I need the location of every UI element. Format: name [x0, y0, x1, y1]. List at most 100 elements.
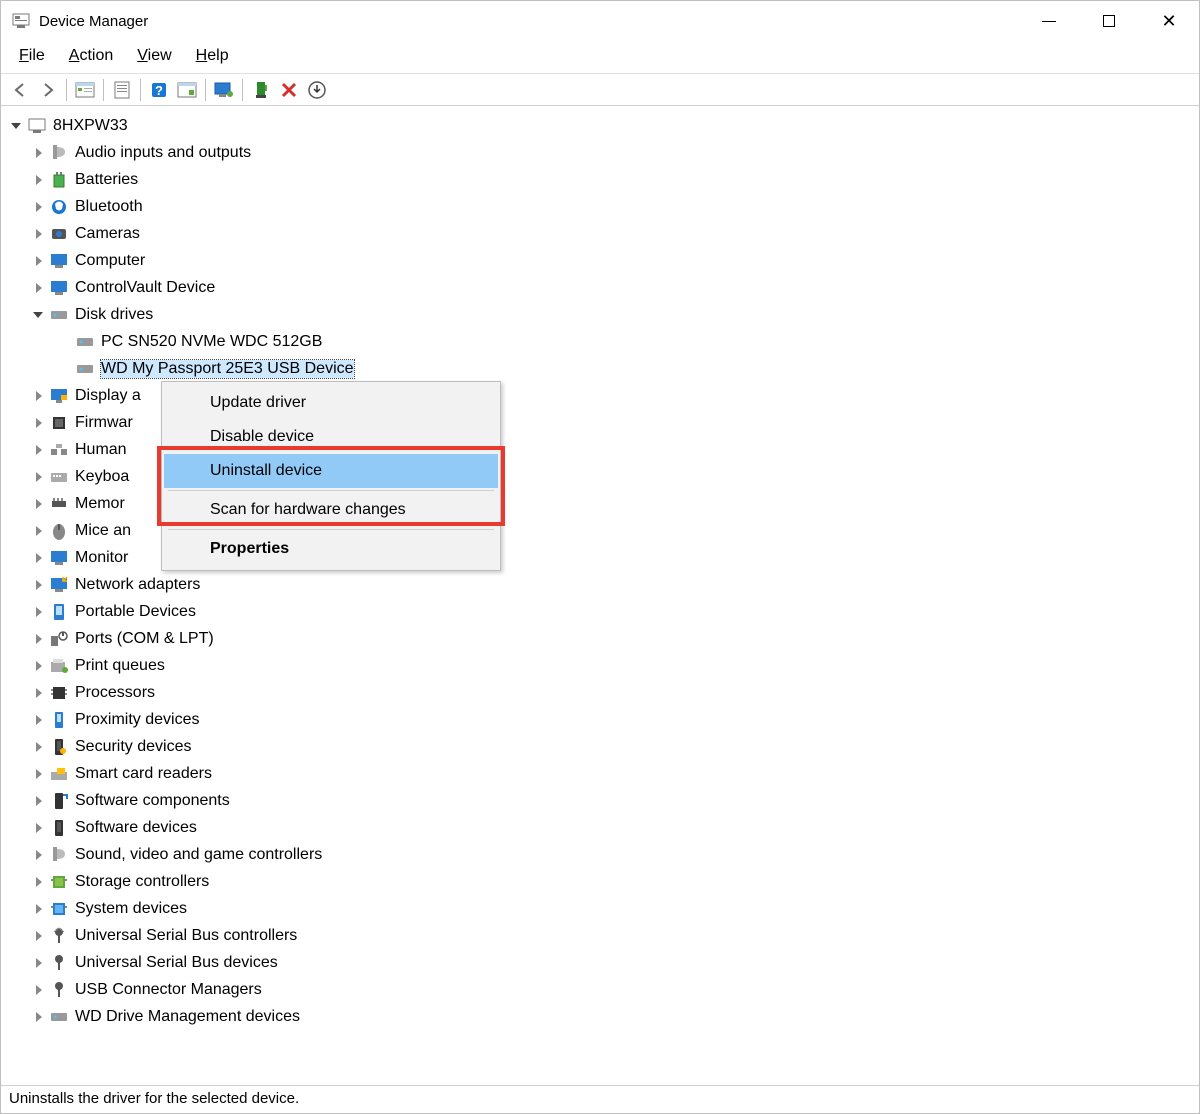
- ctx-scan-hardware[interactable]: Scan for hardware changes: [164, 493, 498, 527]
- tree-category[interactable]: Network adapters: [1, 571, 1199, 598]
- chevron-right-icon[interactable]: [31, 442, 47, 458]
- tree-category[interactable]: Ports (COM & LPT): [1, 625, 1199, 652]
- ctx-properties[interactable]: Properties: [164, 532, 498, 566]
- category-icon: [49, 521, 69, 541]
- chevron-right-icon[interactable]: [31, 766, 47, 782]
- menu-file[interactable]: File: [11, 45, 53, 67]
- chevron-right-icon[interactable]: [31, 955, 47, 971]
- category-icon: [49, 386, 69, 406]
- chevron-right-icon[interactable]: [31, 658, 47, 674]
- tree-category[interactable]: Proximity devices: [1, 706, 1199, 733]
- tree-category[interactable]: Sound, video and game controllers: [1, 841, 1199, 868]
- chevron-right-icon[interactable]: [31, 199, 47, 215]
- toolbar-separator: [140, 79, 141, 101]
- tree-category[interactable]: Portable Devices: [1, 598, 1199, 625]
- menu-view[interactable]: View: [129, 45, 179, 67]
- chevron-right-icon[interactable]: [31, 631, 47, 647]
- tree-category[interactable]: Audio inputs and outputs: [1, 139, 1199, 166]
- tree-category[interactable]: Security devices: [1, 733, 1199, 760]
- chevron-right-icon[interactable]: [31, 496, 47, 512]
- show-tree-button[interactable]: [72, 77, 98, 103]
- category-icon: [49, 656, 69, 676]
- tree-category[interactable]: USB Connector Managers: [1, 976, 1199, 1003]
- update-driver-button[interactable]: [211, 77, 237, 103]
- tree-category[interactable]: Bluetooth: [1, 193, 1199, 220]
- category-icon: [49, 926, 69, 946]
- tree-category[interactable]: Smart card readers: [1, 760, 1199, 787]
- chevron-right-icon[interactable]: [31, 793, 47, 809]
- tree-category[interactable]: ControlVault Device: [1, 274, 1199, 301]
- forward-button[interactable]: [35, 77, 61, 103]
- chevron-right-icon[interactable]: [31, 388, 47, 404]
- ctx-update-driver[interactable]: Update driver: [164, 386, 498, 420]
- chevron-right-icon[interactable]: [31, 874, 47, 890]
- chevron-right-icon[interactable]: [31, 685, 47, 701]
- ctx-uninstall-device[interactable]: Uninstall device: [164, 454, 498, 488]
- category-label: Security devices: [75, 738, 192, 756]
- tree-category[interactable]: Batteries: [1, 166, 1199, 193]
- chevron-right-icon[interactable]: [31, 577, 47, 593]
- chevron-right-icon[interactable]: [31, 523, 47, 539]
- chevron-right-icon[interactable]: [31, 901, 47, 917]
- tree-category[interactable]: Universal Serial Bus controllers: [1, 922, 1199, 949]
- menu-action[interactable]: Action: [61, 45, 121, 67]
- tree-category[interactable]: Universal Serial Bus devices: [1, 949, 1199, 976]
- uninstall-button[interactable]: [276, 77, 302, 103]
- chevron-right-icon[interactable]: [31, 847, 47, 863]
- category-icon: [49, 602, 69, 622]
- title-bar: Device Manager ✕: [1, 1, 1199, 41]
- tree-category[interactable]: Storage controllers: [1, 868, 1199, 895]
- chevron-right-icon[interactable]: [31, 604, 47, 620]
- category-icon: [49, 494, 69, 514]
- chevron-down-icon[interactable]: [31, 307, 47, 323]
- category-icon: [49, 845, 69, 865]
- chevron-right-icon[interactable]: [31, 415, 47, 431]
- tree-category[interactable]: Software components: [1, 787, 1199, 814]
- ctx-disable-device[interactable]: Disable device: [164, 420, 498, 454]
- chevron-right-icon[interactable]: [31, 712, 47, 728]
- close-button[interactable]: ✕: [1139, 1, 1199, 41]
- chevron-right-icon[interactable]: [31, 253, 47, 269]
- chevron-right-icon[interactable]: [31, 226, 47, 242]
- maximize-button[interactable]: [1079, 1, 1139, 41]
- toolbar-separator: [242, 79, 243, 101]
- tree-root[interactable]: 8HXPW33: [1, 112, 1199, 139]
- menu-help[interactable]: Help: [188, 45, 237, 67]
- chevron-right-icon[interactable]: [31, 172, 47, 188]
- device-tree[interactable]: 8HXPW33 Audio inputs and outputsBatterie…: [1, 106, 1199, 1083]
- chevron-right-icon[interactable]: [31, 1009, 47, 1025]
- tree-device[interactable]: WD My Passport 25E3 USB Device: [1, 355, 1199, 382]
- back-button[interactable]: [7, 77, 33, 103]
- tree-category[interactable]: Processors: [1, 679, 1199, 706]
- tree-category[interactable]: Print queues: [1, 652, 1199, 679]
- help-button[interactable]: ?: [146, 77, 172, 103]
- tree-category[interactable]: WD Drive Management devices: [1, 1003, 1199, 1030]
- category-label: Keyboa: [75, 468, 129, 486]
- chevron-right-icon[interactable]: [31, 145, 47, 161]
- tree-category[interactable]: Software devices: [1, 814, 1199, 841]
- properties-button[interactable]: [109, 77, 135, 103]
- category-icon: [49, 224, 69, 244]
- tree-category[interactable]: Disk drives: [1, 301, 1199, 328]
- category-label: Software components: [75, 792, 230, 810]
- enable-device-button[interactable]: [248, 77, 274, 103]
- tree-category[interactable]: Computer: [1, 247, 1199, 274]
- category-icon: [49, 548, 69, 568]
- chevron-down-icon[interactable]: [9, 118, 25, 134]
- tree-category[interactable]: Cameras: [1, 220, 1199, 247]
- category-icon: [49, 1007, 69, 1027]
- category-icon: [49, 278, 69, 298]
- chevron-right-icon[interactable]: [31, 928, 47, 944]
- scan-hardware-button[interactable]: [174, 77, 200, 103]
- chevron-right-icon[interactable]: [31, 820, 47, 836]
- chevron-right-icon[interactable]: [31, 739, 47, 755]
- chevron-right-icon[interactable]: [31, 982, 47, 998]
- tree-device[interactable]: PC SN520 NVMe WDC 512GB: [1, 328, 1199, 355]
- chevron-right-icon[interactable]: [31, 550, 47, 566]
- category-icon: [49, 872, 69, 892]
- chevron-right-icon[interactable]: [31, 280, 47, 296]
- add-legacy-button[interactable]: [304, 77, 330, 103]
- tree-category[interactable]: System devices: [1, 895, 1199, 922]
- chevron-right-icon[interactable]: [31, 469, 47, 485]
- minimize-button[interactable]: [1019, 1, 1079, 41]
